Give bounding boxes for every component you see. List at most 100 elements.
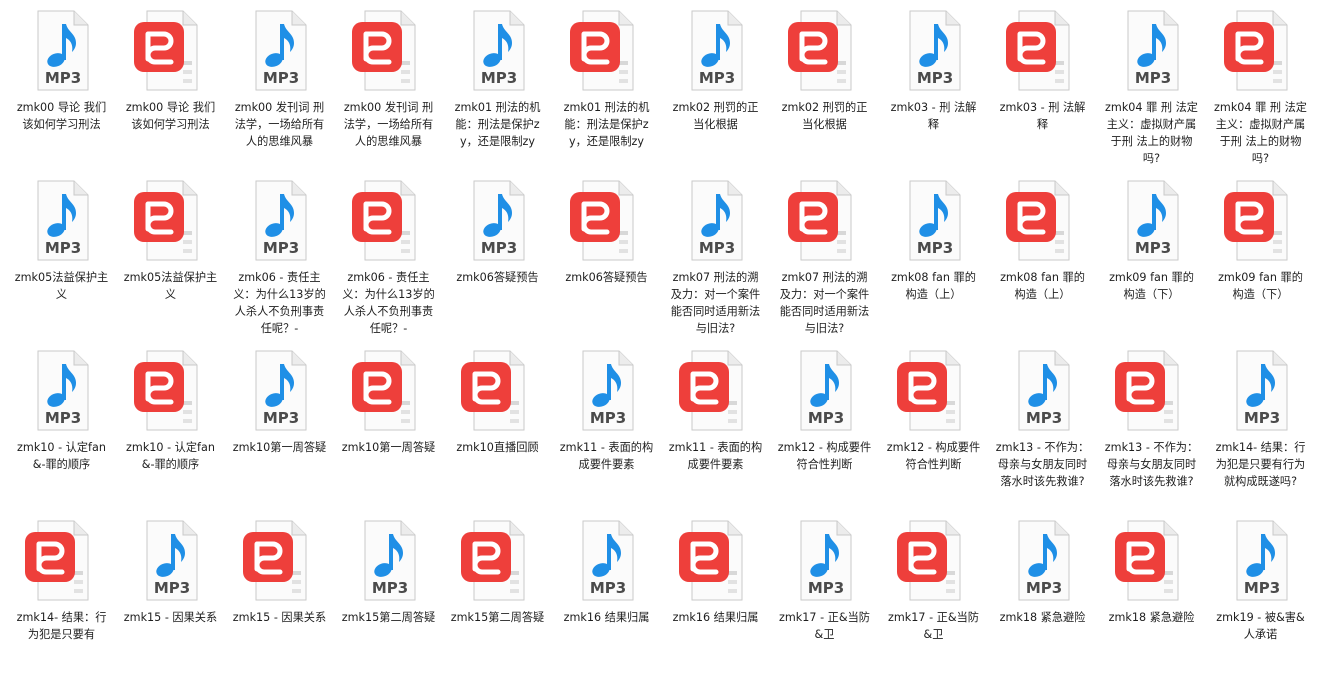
file-name-label: zmk18 紧急避险 <box>999 611 1086 624</box>
mp3-badge-text: MP3 <box>480 69 516 87</box>
mp3-file-icon: MP3 <box>131 518 211 604</box>
file-name-label: zmk05法益保护主义 <box>123 271 218 301</box>
mp3-badge-text: MP3 <box>1243 409 1279 427</box>
file-name-label: zmk04 罪 刑 法定主义：虚拟财产属于刑 法上的财物吗? <box>1105 101 1198 165</box>
file-item-mp3[interactable]: MP3 zmk13 - 不作为：母亲与女朋友同时落水时该先救谁? <box>988 342 1097 512</box>
file-item-pdf[interactable]: zmk10第一周答疑 <box>334 342 443 512</box>
file-item-mp3[interactable]: MP3 zmk10第一周答疑 <box>225 342 334 512</box>
file-item-mp3[interactable]: MP3 zmk17 - 正&当防&卫 <box>770 512 879 682</box>
file-item-pdf[interactable]: zmk16 结果归属 <box>661 512 770 682</box>
file-item-mp3[interactable]: MP3 zmk12 - 构成要件符合性判断 <box>770 342 879 512</box>
file-item-pdf[interactable]: zmk13 - 不作为：母亲与女朋友同时落水时该先救谁? <box>1097 342 1206 512</box>
pdf-logo-icon <box>133 362 184 412</box>
file-item-pdf[interactable]: zmk00 导论 我们该如何学习刑法 <box>116 2 225 172</box>
file-name-label: zmk16 结果归属 <box>672 611 759 624</box>
file-name-label: zmk15 - 因果关系 <box>232 611 327 624</box>
file-item-mp3[interactable]: MP3 zmk05法益保护主义 <box>7 172 116 342</box>
file-item-pdf[interactable]: zmk07 刑法的溯及力：对一个案件能否同时适用新法与旧法? <box>770 172 879 342</box>
file-item-pdf[interactable]: zmk10直播回顾 <box>443 342 552 512</box>
mp3-badge-text: MP3 <box>698 69 734 87</box>
file-name-label: zmk07 刑法的溯及力：对一个案件能否同时适用新法与旧法? <box>779 271 870 335</box>
file-name-label: zmk10第一周答疑 <box>232 441 327 454</box>
pdf-logo-icon <box>1223 192 1274 242</box>
file-item-pdf[interactable]: zmk06答疑预告 <box>552 172 661 342</box>
file-item-pdf[interactable]: zmk17 - 正&当防&卫 <box>879 512 988 682</box>
file-item-pdf[interactable]: zmk01 刑法的机能：刑法是保护zy，还是限制zy <box>552 2 661 172</box>
file-item-pdf[interactable]: zmk10 - 认定fan &-罪的顺序 <box>116 342 225 512</box>
file-item-pdf[interactable]: zmk11 - 表面的构成要件要素 <box>661 342 770 512</box>
pdf-logo-icon <box>787 192 838 242</box>
pdf-logo-icon <box>896 532 947 582</box>
file-item-pdf[interactable]: zmk15第二周答疑 <box>443 512 552 682</box>
mp3-badge-text: MP3 <box>807 409 843 427</box>
file-item-pdf[interactable]: zmk04 罪 刑 法定主义：虚拟财产属于刑 法上的财物吗? <box>1206 2 1315 172</box>
file-item-mp3[interactable]: MP3 zmk15 - 因果关系 <box>116 512 225 682</box>
mp3-badge-text: MP3 <box>44 69 80 87</box>
file-item-mp3[interactable]: MP3 zmk08 fan 罪的构造（上） <box>879 172 988 342</box>
mp3-badge-text: MP3 <box>589 579 625 597</box>
file-item-mp3[interactable]: MP3 zmk03 - 刑 法解释 <box>879 2 988 172</box>
mp3-file-icon: MP3 <box>240 178 320 264</box>
file-item-mp3[interactable]: MP3 zmk07 刑法的溯及力：对一个案件能否同时适用新法与旧法? <box>661 172 770 342</box>
pdf-logo-icon <box>351 22 402 72</box>
pdf-logo-icon <box>460 362 511 412</box>
mp3-file-icon: MP3 <box>567 348 647 434</box>
pdf-logo-icon <box>1114 532 1165 582</box>
file-item-mp3[interactable]: MP3 zmk04 罪 刑 法定主义：虚拟财产属于刑 法上的财物吗? <box>1097 2 1206 172</box>
mp3-badge-text: MP3 <box>1025 409 1061 427</box>
file-item-mp3[interactable]: MP3 zmk00 导论 我们该如何学习刑法 <box>7 2 116 172</box>
mp3-file-icon: MP3 <box>567 518 647 604</box>
file-item-mp3[interactable]: MP3 zmk06答疑预告 <box>443 172 552 342</box>
pdf-logo-icon <box>24 532 75 582</box>
file-item-pdf[interactable]: zmk15 - 因果关系 <box>225 512 334 682</box>
pdf-file-icon <box>458 348 538 434</box>
file-item-mp3[interactable]: MP3 zmk10 - 认定fan &-罪的顺序 <box>7 342 116 512</box>
file-name-label: zmk09 fan 罪的构造（下） <box>1218 271 1303 301</box>
file-item-pdf[interactable]: zmk08 fan 罪的构造（上） <box>988 172 1097 342</box>
file-name-label: zmk19 - 被&害&人承诺 <box>1216 611 1305 641</box>
pdf-file-icon <box>131 8 211 94</box>
mp3-file-icon: MP3 <box>22 348 102 434</box>
pdf-logo-icon <box>896 362 947 412</box>
mp3-badge-text: MP3 <box>1025 579 1061 597</box>
file-item-mp3[interactable]: MP3 zmk00 发刊词 刑法学，一场给所有人的思维风暴 <box>225 2 334 172</box>
pdf-file-icon <box>676 518 756 604</box>
file-name-label: zmk10 - 认定fan &-罪的顺序 <box>17 441 106 471</box>
file-item-mp3[interactable]: MP3 zmk06 - 责任主义：为什么13岁的人杀人不负刑事责任呢？- <box>225 172 334 342</box>
file-item-mp3[interactable]: MP3 zmk09 fan 罪的构造（下） <box>1097 172 1206 342</box>
file-item-mp3[interactable]: MP3 zmk15第二周答疑 <box>334 512 443 682</box>
file-item-pdf[interactable]: zmk09 fan 罪的构造（下） <box>1206 172 1315 342</box>
file-name-label: zmk06 - 责任主义：为什么13岁的人杀人不负刑事责任呢？- <box>342 271 435 335</box>
mp3-file-icon: MP3 <box>1112 178 1192 264</box>
mp3-badge-text: MP3 <box>807 579 843 597</box>
file-item-pdf[interactable]: zmk02 刑罚的正当化根据 <box>770 2 879 172</box>
file-item-pdf[interactable]: zmk05法益保护主义 <box>116 172 225 342</box>
file-name-label: zmk06答疑预告 <box>565 271 648 284</box>
pdf-file-icon <box>1003 178 1083 264</box>
file-item-mp3[interactable]: MP3 zmk11 - 表面的构成要件要素 <box>552 342 661 512</box>
mp3-badge-text: MP3 <box>1134 239 1170 257</box>
pdf-file-icon <box>1112 518 1192 604</box>
mp3-badge-text: MP3 <box>262 239 298 257</box>
mp3-badge-text: MP3 <box>371 579 407 597</box>
file-item-mp3[interactable]: MP3 zmk02 刑罚的正当化根据 <box>661 2 770 172</box>
file-item-pdf[interactable]: zmk06 - 责任主义：为什么13岁的人杀人不负刑事责任呢？- <box>334 172 443 342</box>
file-item-pdf[interactable]: zmk03 - 刑 法解释 <box>988 2 1097 172</box>
file-item-pdf[interactable]: zmk14- 结果：行为犯是只要有 <box>7 512 116 682</box>
pdf-logo-icon <box>460 532 511 582</box>
file-item-mp3[interactable]: MP3 zmk14- 结果：行为犯是只要有行为就构成既遂吗? <box>1206 342 1315 512</box>
file-item-pdf[interactable]: zmk00 发刊词 刑法学，一场给所有人的思维风暴 <box>334 2 443 172</box>
file-item-pdf[interactable]: zmk18 紧急避险 <box>1097 512 1206 682</box>
file-item-mp3[interactable]: MP3 zmk18 紧急避险 <box>988 512 1097 682</box>
mp3-badge-text: MP3 <box>262 409 298 427</box>
file-name-label: zmk13 - 不作为：母亲与女朋友同时落水时该先救谁? <box>1104 441 1199 488</box>
file-item-mp3[interactable]: MP3 zmk16 结果归属 <box>552 512 661 682</box>
file-item-mp3[interactable]: MP3 zmk19 - 被&害&人承诺 <box>1206 512 1315 682</box>
pdf-logo-icon <box>787 22 838 72</box>
mp3-file-icon: MP3 <box>22 8 102 94</box>
mp3-file-icon: MP3 <box>1003 348 1083 434</box>
mp3-badge-text: MP3 <box>1134 69 1170 87</box>
mp3-badge-text: MP3 <box>916 69 952 87</box>
file-item-mp3[interactable]: MP3 zmk01 刑法的机能：刑法是保护zy，还是限制zy <box>443 2 552 172</box>
file-item-pdf[interactable]: zmk12 - 构成要件符合性判断 <box>879 342 988 512</box>
